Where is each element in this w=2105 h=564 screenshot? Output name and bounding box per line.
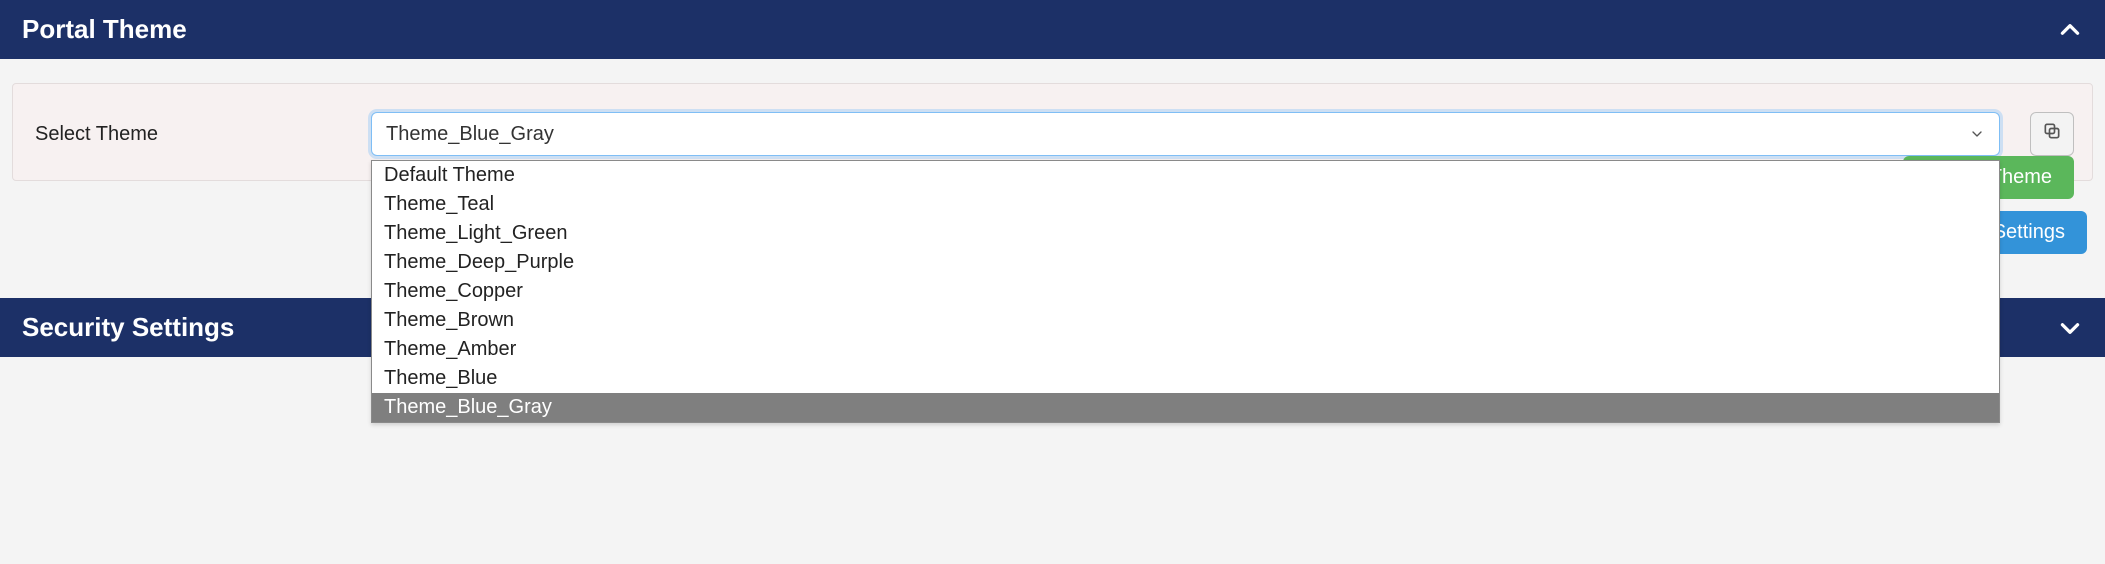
select-theme-label: Select Theme <box>31 123 351 146</box>
copy-icon <box>2042 121 2062 147</box>
theme-option[interactable]: Theme_Light_Green <box>372 219 1999 248</box>
theme-option[interactable]: Theme_Teal <box>372 190 1999 219</box>
theme-select-wrap: Theme_Blue_Gray Default Theme Theme_Teal… <box>371 112 2000 156</box>
theme-option[interactable]: Theme_Copper <box>372 277 1999 306</box>
theme-option[interactable]: Theme_Brown <box>372 306 1999 335</box>
chevron-down-icon <box>1969 126 1985 142</box>
theme-option[interactable]: Theme_Blue <box>372 364 1999 393</box>
theme-select-value: Theme_Blue_Gray <box>386 123 554 146</box>
theme-option[interactable]: Theme_Amber <box>372 335 1999 364</box>
portal-theme-title: Portal Theme <box>22 14 187 45</box>
select-theme-row: Select Theme Theme_Blue_Gray Default The… <box>31 112 2074 156</box>
chevron-down-icon <box>2057 315 2083 341</box>
theme-option[interactable]: Theme_Blue_Gray <box>372 393 1999 422</box>
theme-dropdown: Default Theme Theme_Teal Theme_Light_Gre… <box>371 160 2000 423</box>
portal-theme-panel-wrap: Select Theme Theme_Blue_Gray Default The… <box>0 59 2105 193</box>
theme-option[interactable]: Default Theme <box>372 161 1999 190</box>
portal-theme-header[interactable]: Portal Theme <box>0 0 2105 59</box>
portal-theme-panel: Select Theme Theme_Blue_Gray Default The… <box>12 83 2093 181</box>
security-settings-title: Security Settings <box>22 312 234 343</box>
chevron-up-icon <box>2057 17 2083 43</box>
theme-option[interactable]: Theme_Deep_Purple <box>372 248 1999 277</box>
copy-button[interactable] <box>2030 112 2074 156</box>
theme-select[interactable]: Theme_Blue_Gray <box>371 112 2000 156</box>
